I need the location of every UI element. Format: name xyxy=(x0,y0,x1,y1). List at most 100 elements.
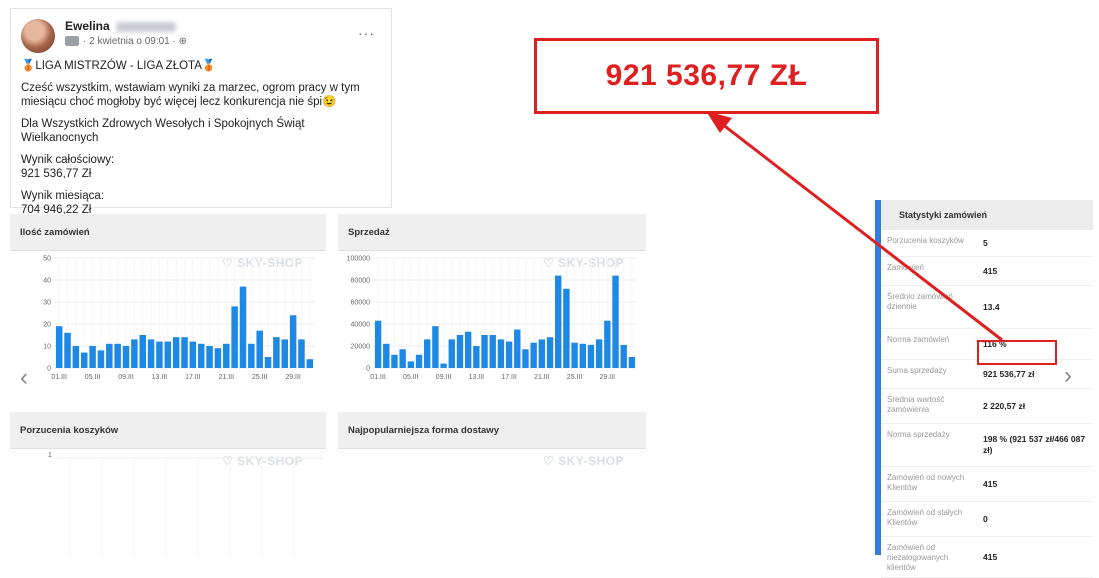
bar xyxy=(264,357,272,368)
total-sales-callout: 921 536,77 ZŁ xyxy=(534,38,879,114)
post-date[interactable]: · 2 kwietnia o 09:01 · xyxy=(83,36,176,47)
chevron-right-icon[interactable]: › xyxy=(1064,364,1072,388)
bar xyxy=(106,343,113,368)
bar xyxy=(546,337,554,368)
post-paragraph: Cześć wszystkim, wstawiam wyniki za marz… xyxy=(21,82,360,108)
chevron-left-icon[interactable]: ‹ xyxy=(20,366,28,390)
group-icon xyxy=(65,36,79,47)
orders-bar-chart: 0 10 20 30 40 50 01.III 05.III 09.III 13.III 17.II… xyxy=(43,256,314,381)
sky-shop-watermark: ♡ SKY-SHOP xyxy=(543,454,625,468)
bar xyxy=(131,339,138,368)
post-body: 🥉LIGA MISTRZÓW - LIGA ZŁOTA🥉 Cześć wszys… xyxy=(21,59,381,225)
x-tick-label: 13.III xyxy=(469,374,485,381)
bar xyxy=(399,349,406,368)
bar xyxy=(448,339,455,368)
bar xyxy=(122,346,130,368)
bar xyxy=(256,330,263,368)
stats-row-label: Norma sprzedaży xyxy=(887,430,950,439)
post-meta: · 2 kwietnia o 09:01 · ⊕ xyxy=(65,36,187,47)
abandoned-carts-panel: Porzucenia koszyków ♡ SKY-SHOP 1 xyxy=(10,412,326,555)
bar xyxy=(571,342,578,368)
y-tick-label: 30 xyxy=(43,300,51,307)
post-author[interactable]: Ewelina xyxy=(65,19,176,33)
y-tick-label: 0 xyxy=(366,366,370,373)
bar xyxy=(189,341,197,368)
abandoned-grid xyxy=(55,457,322,555)
bar xyxy=(181,337,188,368)
bar xyxy=(306,359,314,368)
x-tick-label: 09.III xyxy=(118,374,134,381)
bar xyxy=(391,354,398,368)
x-tick-label: 05.III xyxy=(403,374,419,381)
x-tick-label: 13.III xyxy=(152,374,168,381)
stats-row: Zamówień od niezalogowanych klientów 415 xyxy=(881,537,1093,578)
bar xyxy=(415,354,423,368)
post-headline: 🥉LIGA MISTRZÓW - LIGA ZŁOTA🥉 xyxy=(21,60,217,72)
x-tick-label: 17.III xyxy=(185,374,201,381)
bar xyxy=(80,352,88,368)
bar xyxy=(223,343,230,368)
x-tick-label: 29.III xyxy=(600,374,616,381)
bar xyxy=(72,346,80,368)
panel-title: Porzucenia koszyków xyxy=(20,425,119,436)
bar xyxy=(114,343,121,368)
more-options-icon[interactable]: ··· xyxy=(358,25,375,41)
stats-row-value: 2 220,57 zł xyxy=(983,400,1026,411)
panel-header: Porzucenia koszyków xyxy=(10,412,326,449)
stats-row-label: Zamówień od nowych Klientów xyxy=(887,473,965,492)
x-tick-label: 05.III xyxy=(85,374,101,381)
bar xyxy=(97,350,105,368)
stats-row-label: Zamówień od stałych Klientów xyxy=(887,508,963,527)
delivery-panel: Najpopularniejsza forma dostawy ♡ SKY-SH… xyxy=(338,412,646,555)
sales-chart-panel: Sprzedaż ♡ SKY-SHOP 0 20000 40000 60000 8000… xyxy=(338,214,646,400)
stats-row: Zamówień od nowych Klientów 415 xyxy=(881,467,1093,502)
bar xyxy=(273,337,280,368)
facebook-post: Ewelina · 2 kwietnia o 09:01 · ⊕ ··· 🥉LI… xyxy=(10,8,392,216)
stats-row-label: Norma zamówień xyxy=(887,335,950,344)
x-tick-label: 25.III xyxy=(252,374,268,381)
y-tick-label: 80000 xyxy=(351,278,371,285)
bar xyxy=(538,339,546,368)
stats-row-label: Średnia wartość zamówienia xyxy=(887,395,945,414)
stats-row: Średnio zamówień dziennie 13.4 xyxy=(881,286,1093,329)
stats-row: Zamówień od stałych Klientów 0 xyxy=(881,502,1093,537)
bar xyxy=(214,348,222,368)
bar xyxy=(473,346,480,368)
stats-row: Porzucenia koszyków 5 xyxy=(881,230,1093,257)
bar xyxy=(595,339,603,368)
stats-row-value: 415 xyxy=(983,551,998,562)
bar xyxy=(587,344,595,368)
avatar[interactable] xyxy=(21,19,55,53)
bar xyxy=(289,315,297,368)
bar xyxy=(456,335,464,368)
bar xyxy=(164,341,172,368)
bar xyxy=(514,329,521,368)
bar xyxy=(612,275,619,368)
y-tick-label: 0 xyxy=(47,366,51,373)
stats-header: Statystyki zamówień xyxy=(881,200,1093,230)
x-tick-label: 21.III xyxy=(218,374,234,381)
x-tick-label: 01.III xyxy=(51,374,67,381)
y-tick-label: 40000 xyxy=(351,322,371,329)
bar xyxy=(604,320,611,368)
bar xyxy=(563,288,570,368)
stats-row-value: 198 % (921 537 zł/466 087 zł) xyxy=(983,434,1086,455)
bar xyxy=(424,339,431,368)
x-tick-label: 17.III xyxy=(501,374,517,381)
sales-sum-highlight xyxy=(977,340,1057,365)
panel-header: Ilość zamówień xyxy=(10,214,326,251)
stats-row-value: 0 xyxy=(983,513,988,524)
bar xyxy=(522,349,529,368)
stats-row: Norma sprzedaży 198 % (921 537 zł/466 087… xyxy=(881,424,1093,467)
callout-text: 921 536,77 ZŁ xyxy=(605,59,808,92)
x-tick-label: 21.III xyxy=(534,374,550,381)
stats-row-label: Suma sprzedaży xyxy=(887,366,947,375)
stats-row: Średnia wartość zamówienia 2 220,57 zł xyxy=(881,389,1093,424)
bar xyxy=(139,335,146,368)
bar xyxy=(579,343,586,368)
stats-row-label: Porzucenia koszyków xyxy=(887,236,964,245)
monthly-result: Wynik miesiąca: 704 946,22 Zł xyxy=(21,190,104,216)
bar xyxy=(628,357,636,368)
bar xyxy=(231,306,238,368)
bar xyxy=(530,342,537,368)
